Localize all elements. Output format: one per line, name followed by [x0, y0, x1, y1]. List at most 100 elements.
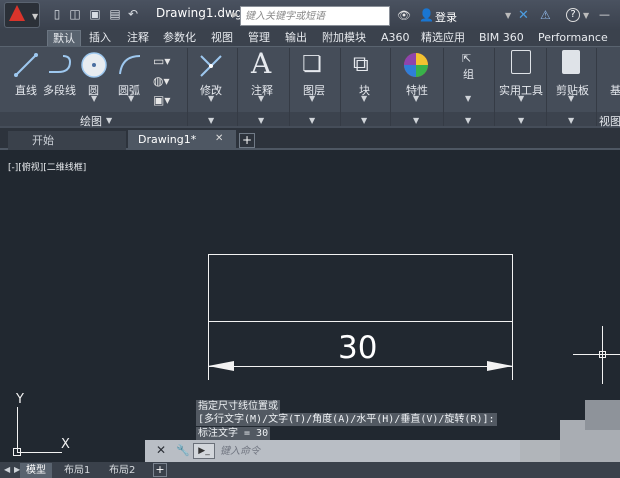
autodesk-a360-icon[interactable]: ⚠	[540, 8, 551, 22]
chevron-down-icon[interactable]: ▼	[505, 11, 511, 20]
ucs-x-axis	[17, 452, 62, 453]
undo-icon[interactable]: ↶	[126, 7, 140, 21]
group-label[interactable]: 组	[463, 66, 474, 82]
tab-layout2[interactable]: 布局2	[103, 463, 141, 478]
chevron-down-icon[interactable]: ▼	[518, 116, 524, 125]
open-folder-icon[interactable]: ◫	[68, 7, 82, 21]
dimension-arrow-left-icon	[208, 361, 234, 371]
line-label[interactable]: 直线	[15, 82, 37, 98]
command-prompt-icon[interactable]: ▶_	[193, 443, 215, 459]
chevron-down-icon[interactable]: ▼	[361, 116, 367, 125]
rectangle-icon[interactable]: ▭▾	[153, 54, 170, 68]
view-panel-label[interactable]: 视图	[599, 113, 620, 129]
tab-view[interactable]: 视图	[206, 30, 238, 46]
polyline-icon[interactable]	[46, 52, 74, 78]
chevron-down-icon[interactable]: ▼	[465, 94, 471, 103]
user-icon: 👤	[419, 8, 434, 22]
tab-start[interactable]: 开始	[8, 131, 126, 150]
tab-performance[interactable]: Performance	[533, 30, 613, 46]
chevron-down-icon[interactable]: ▼	[583, 11, 589, 20]
tab-annotate[interactable]: 注释	[122, 30, 154, 46]
new-tab-button[interactable]: +	[239, 133, 255, 148]
block-icon[interactable]: ⧉	[353, 52, 369, 77]
search-input[interactable]	[240, 6, 390, 26]
dimension-text[interactable]: 30	[338, 330, 377, 366]
login-button[interactable]: 登录	[435, 9, 457, 25]
chevron-down-icon[interactable]: ▼	[361, 94, 367, 103]
chevron-right-icon[interactable]: ▶	[232, 10, 238, 19]
chevron-down-icon[interactable]: ▼	[258, 116, 264, 125]
move-icon[interactable]	[197, 52, 225, 80]
autocad-logo-icon	[9, 5, 25, 21]
drawn-rectangle[interactable]	[208, 254, 513, 322]
line-icon[interactable]	[13, 52, 39, 78]
exchange-apps-icon[interactable]: ✕	[518, 8, 529, 23]
chevron-down-icon[interactable]: ▼	[258, 94, 264, 103]
layers-icon[interactable]: ❏	[302, 52, 322, 77]
chevron-down-icon[interactable]: ▼	[413, 94, 419, 103]
viewport-controls[interactable]: [-][俯视][二维线框]	[8, 160, 86, 173]
command-history-line: 标注文字 = 30	[196, 427, 271, 440]
draw-panel-label[interactable]: 绘图	[80, 113, 102, 129]
dimension-arrow-right-icon	[487, 361, 513, 371]
tab-bim360[interactable]: BIM 360	[474, 30, 529, 46]
group-icon[interactable]: ⇱	[462, 52, 471, 65]
tab-scroll-left-icon[interactable]: ◀	[4, 465, 10, 474]
tab-output[interactable]: 输出	[280, 30, 312, 46]
command-history-line: 指定尺寸线位置或	[196, 400, 280, 413]
clipboard-icon[interactable]	[562, 50, 580, 74]
close-icon[interactable]: ✕	[156, 443, 166, 457]
chevron-down-icon[interactable]: ▼	[208, 116, 214, 125]
circle-icon[interactable]	[80, 51, 108, 79]
tab-featured-apps[interactable]: 精选应用	[416, 30, 470, 46]
chevron-down-icon[interactable]: ▼	[32, 12, 38, 21]
tab-addins[interactable]: 附加模块	[317, 30, 371, 46]
tab-model[interactable]: 模型	[20, 463, 52, 478]
command-history-line: [多行文字(M)/文字(T)/角度(A)/水平(H)/垂直(V)/旋转(R)]:	[196, 413, 497, 426]
tab-a360[interactable]: A360	[376, 30, 415, 46]
chevron-down-icon[interactable]: ▼	[465, 116, 471, 125]
ucs-origin	[13, 448, 21, 456]
chevron-down-icon[interactable]: ▼	[208, 94, 214, 103]
dimension-line	[208, 366, 513, 367]
base-view-partial[interactable]: 基	[610, 82, 620, 98]
chevron-down-icon[interactable]: ▼	[309, 94, 315, 103]
document-title: Drawing1.dwg	[156, 6, 243, 20]
chevron-down-icon[interactable]: ▼	[128, 94, 134, 103]
crosshair-pickbox	[599, 351, 606, 358]
ucs-y-label: Y	[16, 392, 24, 407]
chevron-down-icon[interactable]: ▼	[309, 116, 315, 125]
tab-manage[interactable]: 管理	[243, 30, 275, 46]
save-icon[interactable]: ▣	[88, 7, 102, 21]
chevron-down-icon[interactable]: ▼	[91, 94, 97, 103]
tab-layout1[interactable]: 布局1	[58, 463, 96, 478]
chevron-down-icon[interactable]: ▼	[568, 94, 574, 103]
binoculars-icon[interactable]: 👁	[397, 9, 411, 22]
tab-parametric[interactable]: 参数化	[158, 30, 201, 46]
dimension-extension-line	[208, 322, 209, 380]
ucs-x-label: X	[61, 437, 70, 452]
saveas-icon[interactable]: ▤	[108, 7, 122, 21]
close-icon[interactable]: ✕	[215, 133, 223, 144]
obscured-area	[585, 400, 620, 430]
calculator-icon[interactable]	[511, 50, 531, 74]
chevron-down-icon[interactable]: ▼	[413, 116, 419, 125]
dimension-extension-line	[512, 322, 513, 380]
minimize-button[interactable]: —	[599, 8, 610, 21]
new-file-icon[interactable]: ▯	[50, 7, 64, 21]
add-layout-button[interactable]: +	[153, 463, 167, 477]
chevron-down-icon[interactable]: ▼	[568, 116, 574, 125]
arc-icon[interactable]	[116, 52, 144, 78]
text-annotation-icon[interactable]: A	[251, 47, 271, 80]
tab-insert[interactable]: 插入	[84, 30, 116, 46]
hatch-icon[interactable]: ◍▾	[153, 74, 170, 88]
tab-default[interactable]: 默认	[47, 30, 81, 46]
chevron-down-icon[interactable]: ▼	[518, 94, 524, 103]
chevron-down-icon[interactable]: ▼	[106, 116, 112, 125]
color-wheel-icon[interactable]	[402, 51, 430, 79]
help-button[interactable]: ?	[566, 8, 580, 22]
region-icon[interactable]: ▣▾	[153, 93, 170, 107]
crosshair-horizontal	[573, 354, 620, 355]
wrench-icon[interactable]: 🔧	[176, 444, 190, 457]
polyline-label[interactable]: 多段线	[43, 82, 76, 98]
